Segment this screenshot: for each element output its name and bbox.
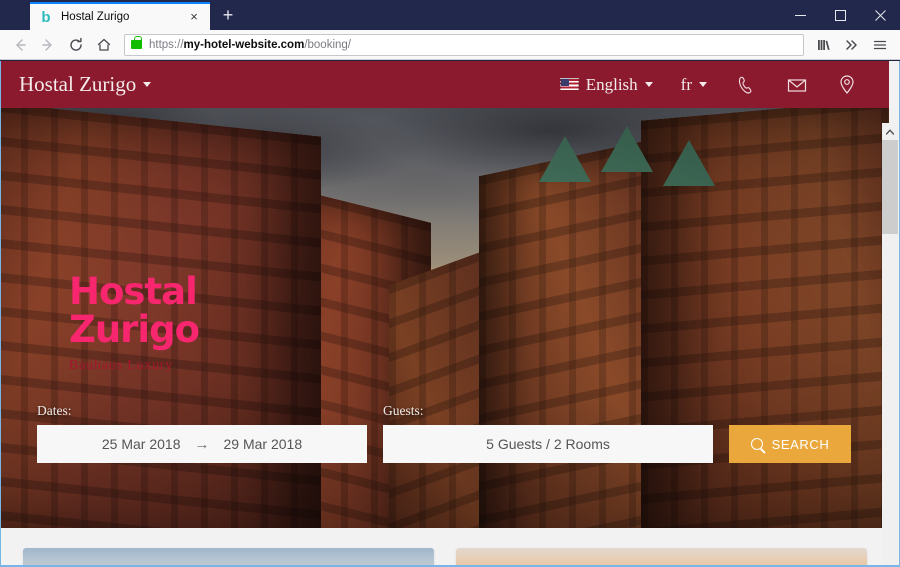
location-button[interactable] — [823, 73, 871, 97]
rooms-section — [1, 528, 889, 565]
brand-name: Hostal Zurigo — [19, 72, 137, 96]
forward-button[interactable] — [34, 32, 62, 58]
language-selector-english[interactable]: English — [546, 75, 667, 95]
new-tab-button[interactable]: + — [214, 2, 242, 30]
chevron-down-icon — [644, 82, 653, 87]
lock-icon — [131, 36, 142, 49]
library-button[interactable] — [810, 32, 838, 58]
hero-banner: Hostal Zurigo Bauhaus Luxury Dates: 25 M… — [1, 108, 889, 528]
url-path: /booking/ — [304, 38, 351, 51]
minimize-button[interactable] — [780, 0, 820, 30]
phone-button[interactable] — [721, 74, 771, 96]
check-in-date: 25 Mar 2018 — [101, 436, 181, 452]
booking-form: Dates: 25 Mar 2018 → 29 Mar 2018 Guests:… — [1, 403, 889, 463]
chevron-down-icon — [699, 82, 707, 87]
web-page: Hostal Zurigo English fr Hostal Zurigo B… — [1, 61, 889, 565]
site-header: Hostal Zurigo English fr — [1, 61, 889, 108]
back-arrow-icon — [16, 38, 26, 51]
email-icon — [787, 78, 807, 92]
close-window-button[interactable] — [860, 0, 900, 30]
scrollbar-thumb[interactable] — [882, 140, 898, 234]
window-controls — [780, 0, 900, 30]
page-viewport: Hostal Zurigo English fr Hostal Zurigo B… — [0, 61, 900, 567]
guests-label: Guests: — [383, 403, 424, 418]
maximize-button[interactable] — [820, 0, 860, 30]
url-text: https://my-hotel-website.com/booking/ — [149, 39, 351, 51]
chevron-double-right-icon — [846, 39, 857, 50]
room-card-1[interactable] — [23, 548, 434, 565]
tab-title: Hostal Zurigo — [61, 11, 130, 23]
email-button[interactable] — [771, 74, 823, 96]
app-menu-button[interactable] — [866, 32, 894, 58]
url-scheme: https:// — [149, 38, 184, 51]
browser-tab[interactable]: b Hostal Zurigo × — [30, 2, 210, 30]
home-icon — [97, 38, 111, 51]
browser-toolbar: https://my-hotel-website.com/booking/ — [0, 30, 900, 60]
guests-field: Guests: 5 Guests / 2 Rooms — [383, 403, 713, 463]
hero-logo-line-1: Hostal — [69, 270, 198, 313]
guests-value: 5 Guests / 2 Rooms — [486, 436, 610, 452]
search-button-label: SEARCH — [771, 436, 830, 452]
browser-window: b Hostal Zurigo × + https://my-hotel-web… — [0, 0, 900, 567]
scroll-up-button[interactable] — [882, 123, 898, 140]
page-scrollbar[interactable] — [882, 123, 898, 565]
hero-logo-line-2: Zurigo — [69, 308, 200, 352]
reload-button[interactable] — [62, 32, 90, 58]
chevron-up-icon — [886, 129, 894, 135]
header-right-group: English fr — [546, 73, 871, 97]
overflow-button[interactable] — [838, 32, 866, 58]
guests-input[interactable]: 5 Guests / 2 Rooms — [383, 425, 713, 463]
hero-logo: Hostal Zurigo Bauhaus Luxury — [69, 270, 200, 374]
forward-arrow-icon — [42, 38, 52, 51]
room-card-image — [456, 548, 867, 565]
url-host: my-hotel-website.com — [183, 38, 305, 51]
hamburger-menu-icon — [873, 40, 887, 49]
browser-titlebar: b Hostal Zurigo × + — [0, 0, 900, 30]
close-icon — [874, 9, 886, 21]
room-card-image — [23, 548, 434, 565]
minimize-icon — [794, 14, 806, 16]
back-button[interactable] — [6, 32, 34, 58]
b-favicon: b — [41, 8, 51, 26]
dates-field: Dates: 25 Mar 2018 → 29 Mar 2018 — [37, 403, 367, 463]
home-button[interactable] — [90, 32, 118, 58]
maximize-icon — [834, 9, 846, 21]
library-icon — [818, 39, 830, 50]
reload-icon — [70, 37, 82, 51]
check-out-date: 29 Mar 2018 — [223, 436, 303, 452]
secondary-language-label: fr — [680, 74, 692, 94]
location-pin-icon — [840, 74, 854, 94]
language-label: English — [585, 74, 638, 94]
room-card-2[interactable] — [456, 548, 867, 565]
dates-label: Dates: — [37, 403, 72, 418]
search-icon — [750, 438, 763, 450]
phone-icon — [738, 76, 752, 93]
close-tab-icon[interactable]: × — [186, 9, 202, 25]
chevron-down-icon — [143, 82, 152, 87]
url-bar[interactable]: https://my-hotel-website.com/booking/ — [124, 33, 804, 56]
brand-menu[interactable]: Hostal Zurigo — [19, 72, 152, 97]
us-flag-icon — [559, 78, 579, 91]
search-button[interactable]: SEARCH — [729, 425, 851, 463]
date-range-arrow-icon: → — [194, 435, 210, 453]
scrollbar-track[interactable] — [882, 140, 898, 565]
hero-tagline: Bauhaus Luxury — [69, 357, 174, 373]
date-range-input[interactable]: 25 Mar 2018 → 29 Mar 2018 — [37, 425, 367, 463]
language-selector-fr[interactable]: fr — [667, 75, 721, 95]
